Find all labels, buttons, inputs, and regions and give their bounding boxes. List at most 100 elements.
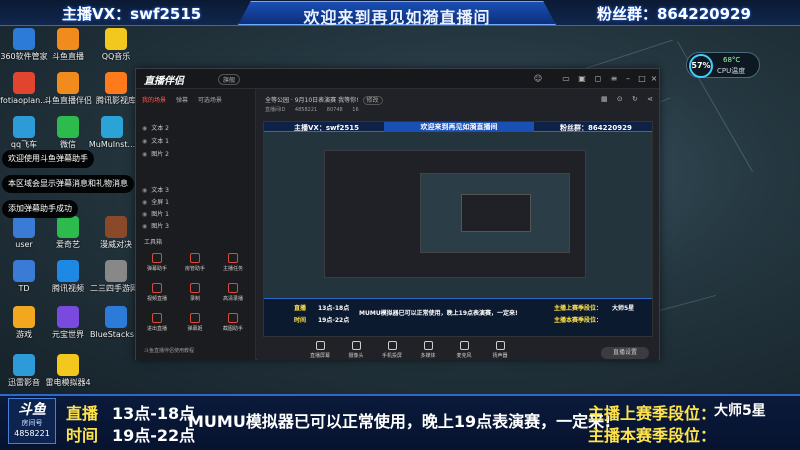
- desktop-icon[interactable]: 元宝世界: [42, 306, 94, 339]
- scene-item[interactable]: ◉ 图片 1: [142, 209, 169, 218]
- cpu-temperature: 68°C: [723, 56, 741, 64]
- eye-icon[interactable]: ◉: [142, 125, 147, 132]
- close-icon[interactable]: ×: [648, 73, 660, 85]
- tool-record[interactable]: 录制: [178, 283, 212, 302]
- tool-hd-record[interactable]: 高清录播: [216, 283, 250, 302]
- desktop-icon[interactable]: QQ音乐: [90, 28, 142, 61]
- tab-optional-scenes[interactable]: 可选场景: [198, 97, 222, 104]
- tool-video-stream[interactable]: 视频直播: [140, 283, 174, 302]
- refresh-icon[interactable]: ↻: [632, 95, 638, 103]
- douyu-logo: 斗鱼: [18, 402, 46, 418]
- layout-icon[interactable]: ▦: [601, 95, 608, 103]
- minimize-icon[interactable]: –: [622, 73, 634, 85]
- menu-icon[interactable]: ≡: [608, 73, 620, 85]
- maximize-icon[interactable]: □: [636, 73, 648, 85]
- share-icon[interactable]: ⋖: [647, 95, 653, 103]
- game-icon: [13, 116, 35, 138]
- eye-icon[interactable]: ◉: [142, 138, 147, 145]
- eye-icon[interactable]: ◉: [142, 223, 147, 230]
- scene-item[interactable]: ◉ 文本 3: [142, 185, 169, 194]
- rank-this-season-label: 主播本赛季段位：: [588, 426, 717, 445]
- xunlei-player-icon: [13, 354, 35, 376]
- eye-icon[interactable]: ◉: [142, 199, 147, 206]
- app-version-badge[interactable]: 旗舰: [218, 74, 241, 85]
- tab-my-scenes[interactable]: 我的场景: [142, 97, 166, 104]
- banner-left-text: 主播VX：swf2515: [62, 5, 202, 23]
- desktop-icon[interactable]: 腾讯视频: [42, 260, 94, 293]
- eye-icon[interactable]: ◉: [142, 211, 147, 218]
- banner-title: 欢迎来到再见如漪直播间: [303, 8, 491, 27]
- tutorial-link[interactable]: 斗鱼直播伴侣使用教程: [144, 347, 194, 354]
- streaming-app-window: 直播伴侣 旗舰 ☺ ▭ ▣ ◻ ≡ – □ × 我的场景 弹幕 可选场景 ◉ 文本…: [135, 68, 660, 360]
- chat-notification: 本区域会显示弹幕消息和礼物消息: [2, 175, 134, 193]
- app-icon: [13, 72, 35, 94]
- eye-icon[interactable]: ◉: [142, 151, 147, 158]
- qq-music-icon: [105, 28, 127, 50]
- tool-streamer-tasks[interactable]: 主播任务: [216, 253, 250, 272]
- douyu-icon: [57, 28, 79, 50]
- source-phone-cast-button[interactable]: 手机投屏: [375, 341, 409, 359]
- desktop-icon[interactable]: 雷电模拟器4: [42, 354, 94, 387]
- camera-icon: [351, 341, 361, 350]
- marvel-game-icon: [105, 216, 127, 238]
- room-number: 4858221: [14, 429, 50, 438]
- microphone-icon: [459, 341, 469, 350]
- preview-nested-screen-2: [461, 194, 531, 232]
- stream-preview[interactable]: 主播VX：swf2515 欢迎来到再见如漪直播间 粉丝群：864220929 直…: [263, 121, 653, 337]
- tool-room-manager[interactable]: 房管助手: [178, 253, 212, 272]
- tab-danmaku[interactable]: 弹幕: [176, 97, 188, 104]
- avatar-icon[interactable]: ☺: [532, 73, 544, 85]
- user-folder-icon: [13, 216, 35, 238]
- scene-item[interactable]: ◉ 文本 1: [142, 136, 169, 145]
- desktop-icon[interactable]: 爱奇艺: [42, 216, 94, 249]
- eye-icon[interactable]: ◉: [142, 187, 147, 194]
- desktop-icon[interactable]: 斗鱼直播: [42, 28, 94, 61]
- danmaku-ji-icon: [190, 313, 200, 323]
- banner-right-text: 粉丝群：864220929: [597, 5, 751, 23]
- app-titlebar: 直播伴侣 旗舰 ☺ ▭ ▣ ◻ ≡ – □ ×: [136, 69, 659, 89]
- tool-danmaku-assistant[interactable]: 弹幕助手: [140, 253, 174, 272]
- douyu-companion-icon: [57, 72, 79, 94]
- room-number-box: 斗鱼 房间号 4858221: [8, 398, 56, 444]
- banner-title-box: 欢迎来到再见如漪直播间: [238, 1, 556, 25]
- scene-item[interactable]: ◉ 文本 2: [142, 123, 169, 132]
- scene-item[interactable]: ◉ 图片 2: [142, 149, 169, 158]
- tool-screenshot[interactable]: 截图助手: [216, 313, 250, 332]
- schedule-label-1: 直播: [66, 404, 99, 423]
- manager-icon: [190, 253, 200, 263]
- scene-item[interactable]: ◉ 图片 3: [142, 221, 169, 230]
- source-media-button[interactable]: 多媒体: [411, 341, 445, 359]
- phone-icon: [387, 341, 397, 350]
- hd-record-icon: [228, 283, 238, 293]
- scene-panel: 我的场景 弹幕 可选场景 ◉ 文本 2 ◉ 文本 1 ◉ 图片 2 ◉ 文本 3 ◉ 全屏…: [136, 89, 256, 360]
- tool-enter-exit[interactable]: 进出直播: [140, 313, 174, 332]
- stream-title: 全等公园 · 9月10日表演赛 我等你! 修改: [265, 95, 383, 105]
- live-settings-button[interactable]: 直播设置: [601, 347, 649, 359]
- message-icon[interactable]: ▭: [560, 73, 572, 85]
- source-speaker-button[interactable]: 扬声器: [483, 341, 517, 359]
- preview-nested-window: [324, 150, 586, 278]
- source-microphone-button[interactable]: 麦克风: [447, 341, 481, 359]
- preview-banner: 主播VX：swf2515 欢迎来到再见如漪直播间 粉丝群：864220929: [264, 122, 652, 132]
- top-banner: 主播VX：swf2515 欢迎来到再见如漪直播间 粉丝群：864220929: [0, 0, 800, 26]
- notification-icon[interactable]: ◻: [592, 73, 604, 85]
- chat-notification: 欢迎使用斗鱼弹幕助手: [2, 150, 94, 168]
- scene-tabs: 我的场景 弹幕 可选场景: [142, 95, 230, 104]
- desktop-icon[interactable]: 斗鱼直播伴侣: [42, 72, 94, 105]
- app-logo: 直播伴侣: [144, 76, 184, 87]
- media-icon: [423, 341, 433, 350]
- iqiyi-icon: [57, 216, 79, 238]
- desktop-icon[interactable]: MuMuInst...: [86, 116, 138, 149]
- record-icon: [190, 283, 200, 293]
- scene-item[interactable]: ◉ 全屏 1: [142, 197, 169, 206]
- source-screen-button[interactable]: 直播屏幕: [303, 341, 337, 359]
- game-folder-icon: [13, 306, 35, 328]
- pin-icon[interactable]: ⊙: [617, 95, 623, 103]
- cpu-widget[interactable]: 57% 68°C CPU温度: [686, 52, 760, 78]
- tool-danmaku-ji[interactable]: 弹幕姬: [178, 313, 212, 332]
- source-camera-button[interactable]: 摄像头: [339, 341, 373, 359]
- cpu-usage-ring: 57%: [689, 54, 713, 78]
- screen-icon[interactable]: ▣: [576, 73, 588, 85]
- edit-title-button[interactable]: 修改: [362, 96, 383, 105]
- schedule-time-1: 13点-18点: [112, 404, 196, 423]
